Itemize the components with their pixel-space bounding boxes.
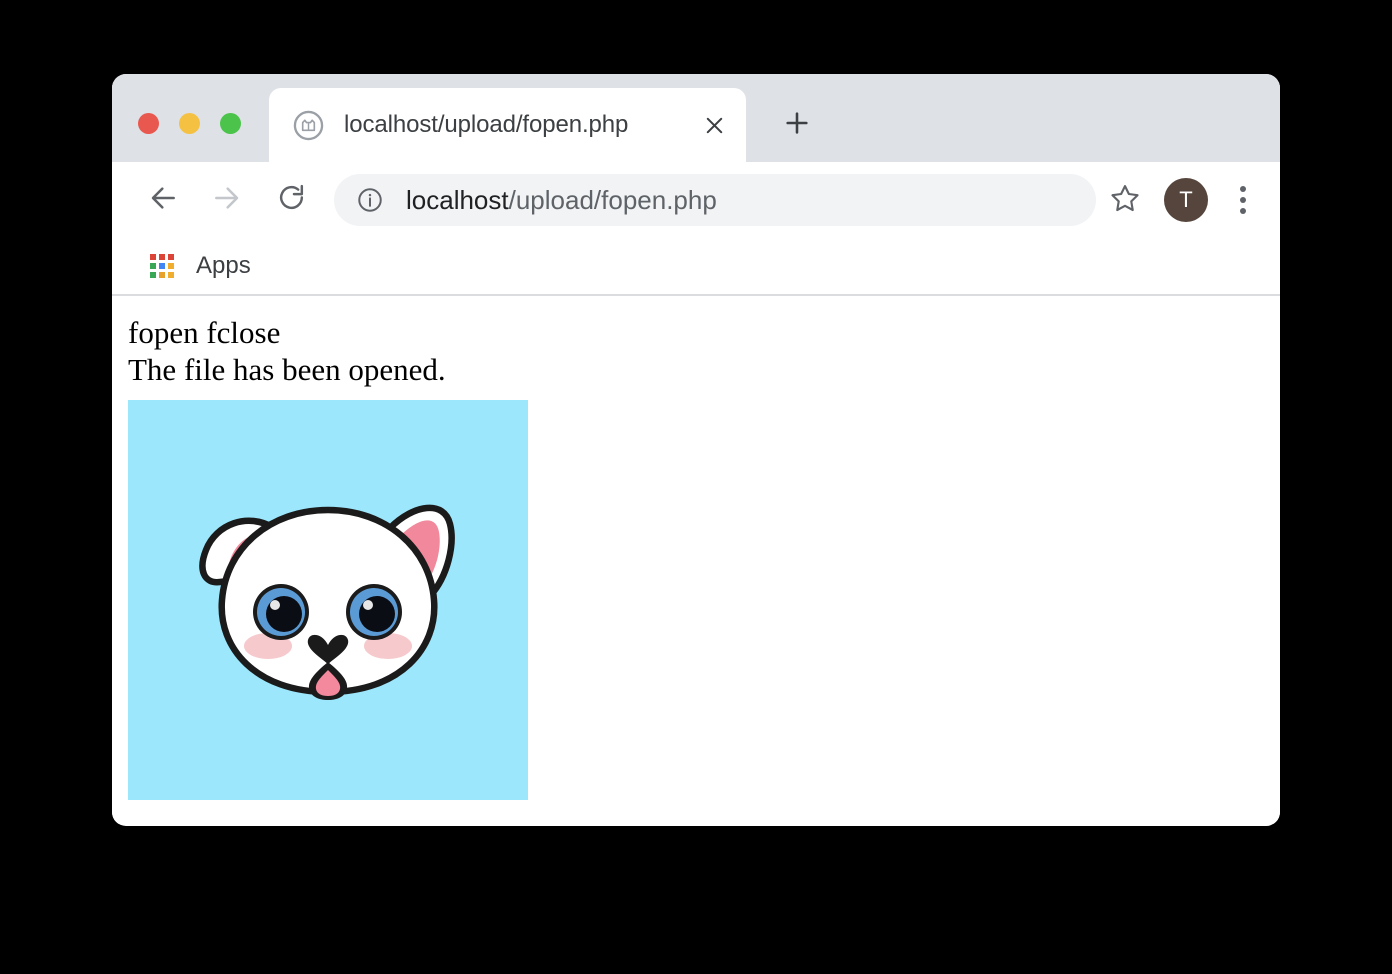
- url-host: localhost: [406, 184, 509, 215]
- address-bar-url: localhost/upload/fopen.php: [406, 185, 717, 216]
- close-icon[interactable]: [692, 103, 736, 147]
- apps-grid-icon: [150, 254, 174, 278]
- browser-toolbar: localhost/upload/fopen.php T: [112, 162, 1280, 238]
- page-heading: fopen fclose: [128, 315, 281, 350]
- traffic-light-controls: [138, 113, 241, 134]
- window-close-button[interactable]: [138, 113, 159, 134]
- window-maximize-button[interactable]: [220, 113, 241, 134]
- reload-icon: [276, 182, 307, 218]
- plus-icon: [783, 109, 811, 142]
- page-message: The file has been opened.: [128, 352, 446, 387]
- page-content: fopen fclose The file has been opened.: [112, 296, 1280, 824]
- menu-dot: [1240, 186, 1246, 192]
- bookmark-item-apps[interactable]: Apps: [196, 252, 251, 280]
- url-path: /upload/fopen.php: [508, 184, 717, 215]
- menu-dot: [1240, 208, 1246, 214]
- arrow-left-icon: [147, 182, 179, 219]
- browser-window: localhost/upload/fopen.php localhost/upl…: [112, 74, 1280, 826]
- info-circle-icon[interactable]: [356, 186, 384, 214]
- tab-strip: localhost/upload/fopen.php: [112, 74, 1280, 162]
- forward-button: [202, 175, 252, 225]
- three-dots-icon[interactable]: [1226, 178, 1260, 222]
- avatar-initial: T: [1179, 187, 1193, 212]
- browser-tab[interactable]: localhost/upload/fopen.php: [269, 88, 746, 162]
- tab-title: localhost/upload/fopen.php: [344, 111, 629, 138]
- bookmark-button[interactable]: [1102, 177, 1148, 223]
- window-minimize-button[interactable]: [179, 113, 200, 134]
- cat-face-illustration: [128, 400, 528, 800]
- address-bar[interactable]: localhost/upload/fopen.php: [334, 174, 1096, 226]
- star-icon: [1109, 182, 1141, 219]
- cat-favicon-icon: [293, 110, 324, 141]
- new-tab-button[interactable]: [770, 98, 824, 152]
- bookmarks-bar: Apps: [112, 238, 1280, 296]
- arrow-right-icon: [211, 182, 243, 219]
- reload-button[interactable]: [266, 175, 316, 225]
- back-button[interactable]: [138, 175, 188, 225]
- avatar[interactable]: T: [1164, 178, 1208, 222]
- menu-dot: [1240, 197, 1246, 203]
